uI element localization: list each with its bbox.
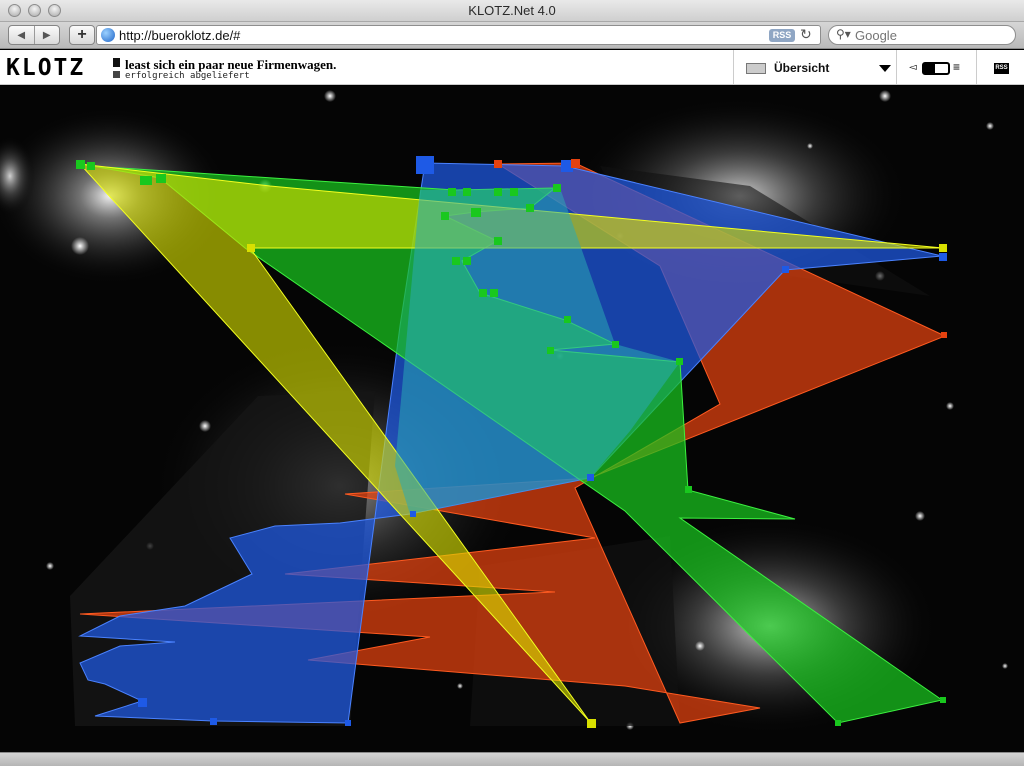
view-switch[interactable] <box>922 62 950 75</box>
add-bookmark-button[interactable]: + <box>69 25 95 45</box>
url-text[interactable]: http://bueroklotz.de/# <box>119 28 240 43</box>
rss-icon[interactable]: RSS <box>994 63 1009 74</box>
address-bar[interactable]: http://bueroklotz.de/# RSS ↻ <box>96 25 821 45</box>
dropdown-label: Übersicht <box>774 61 830 75</box>
klotz-logo[interactable]: KLOTZ <box>6 55 85 81</box>
magnifier-icon[interactable]: ⚲▾ <box>836 27 851 41</box>
list-view-icon[interactable]: ≡ <box>953 60 960 74</box>
forward-button[interactable]: ▶ <box>35 26 60 44</box>
list-icon <box>113 71 120 78</box>
polygon-visualization <box>0 86 1024 752</box>
search-input[interactable] <box>855 28 1005 43</box>
main-canvas[interactable] <box>0 86 1024 752</box>
browser-toolbar: ◀ ▶ + http://bueroklotz.de/# RSS ↻ ⚲▾ <box>0 22 1024 49</box>
chevron-down-icon <box>879 65 891 72</box>
window-titlebar: KLOTZ.Net 4.0 <box>0 0 1024 22</box>
search-field[interactable]: ⚲▾ <box>828 25 1016 45</box>
back-button[interactable]: ◀ <box>9 26 35 44</box>
document-icon <box>113 58 120 67</box>
window-title: KLOTZ.Net 4.0 <box>468 3 556 18</box>
rss-badge-button[interactable]: RSS <box>769 29 795 42</box>
reload-icon[interactable]: ↻ <box>800 26 812 43</box>
overview-dropdown[interactable]: Übersicht <box>733 50 897 85</box>
shape-view-icon[interactable]: ◅ <box>909 62 917 73</box>
site-header: KLOTZ least sich ein paar neue Firmenwag… <box>0 50 1024 85</box>
status-bar <box>0 752 1024 766</box>
view-toggle[interactable]: ◅ ≡ <box>897 50 977 85</box>
globe-icon <box>101 28 115 42</box>
color-swatch-icon <box>746 63 766 74</box>
status-subline: erfolgreich abgeliefert <box>125 71 250 81</box>
nav-buttons: ◀ ▶ <box>8 25 60 45</box>
